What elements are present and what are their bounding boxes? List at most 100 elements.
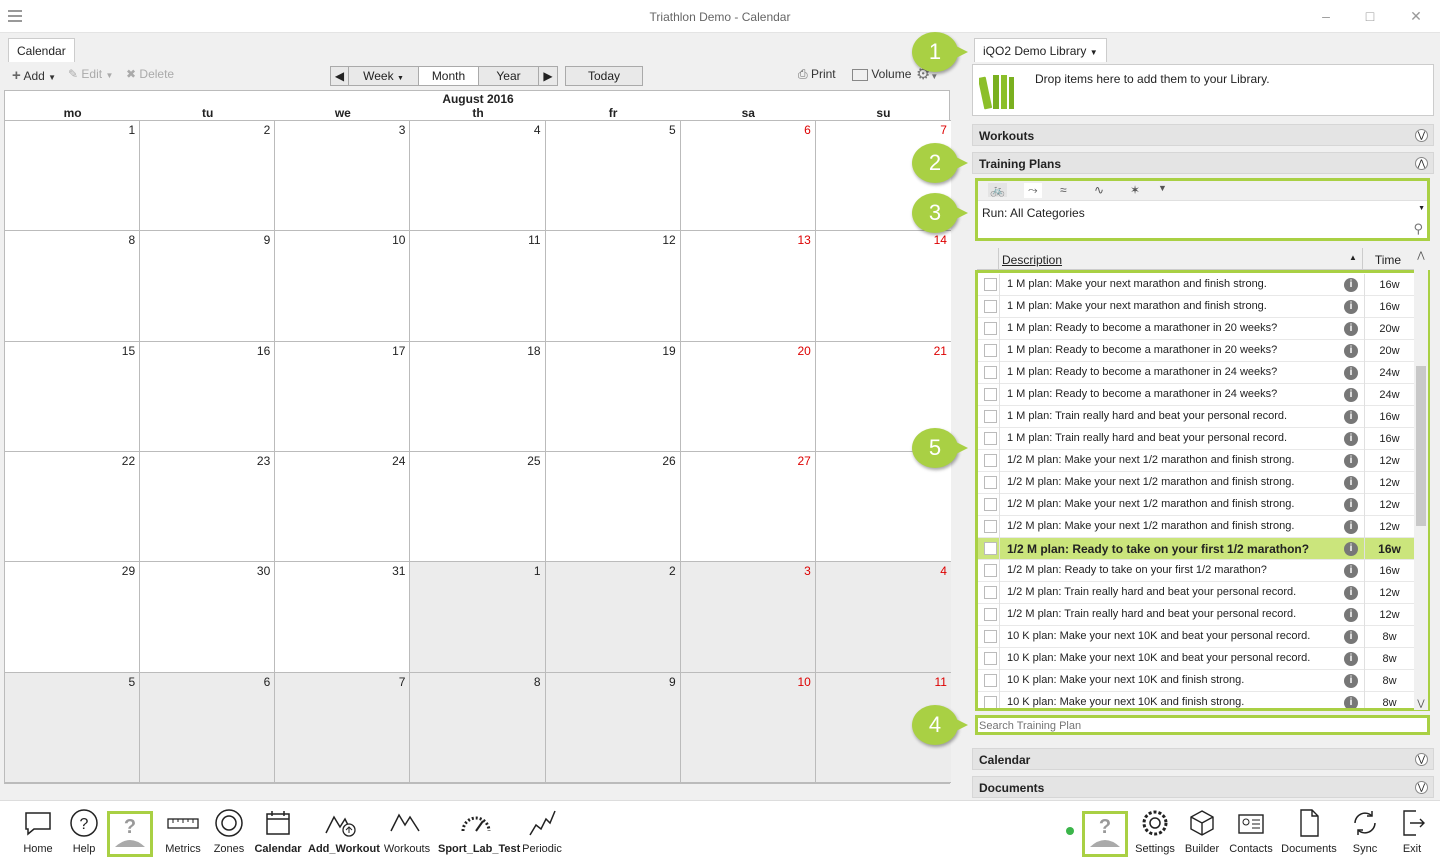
chevron-down-icon[interactable]: ▼ (1418, 205, 1425, 212)
info-icon[interactable]: i (1344, 498, 1358, 512)
tab-calendar[interactable]: Calendar (8, 38, 75, 62)
info-icon[interactable]: i (1344, 542, 1358, 556)
section-training-plans[interactable]: Training Plans ⋀ (972, 152, 1434, 174)
edit-button[interactable]: ✎ Edit ▼ (68, 67, 113, 81)
volume-button[interactable]: Volume (852, 67, 911, 81)
day-cell[interactable]: 29 (5, 562, 141, 673)
info-icon[interactable]: i (1344, 630, 1358, 644)
info-icon[interactable]: i (1344, 432, 1358, 446)
list-item[interactable]: 1 M plan: Ready to become a marathoner i… (978, 362, 1416, 384)
day-cell[interactable]: 15 (5, 341, 141, 452)
day-cell[interactable]: 26 (545, 452, 681, 563)
info-icon[interactable]: i (1344, 454, 1358, 468)
day-cell[interactable]: 7 (275, 672, 411, 783)
exit-button[interactable]: Exit (1394, 807, 1430, 855)
more-sports-icon[interactable]: ▼ (1158, 183, 1167, 193)
info-icon[interactable]: i (1344, 388, 1358, 402)
row-checkbox[interactable] (984, 322, 997, 335)
documents-button[interactable]: Documents (1280, 807, 1338, 855)
list-item[interactable]: 1/2 M plan: Ready to take on your first … (978, 560, 1416, 582)
list-item[interactable]: 1/2 M plan: Make your next 1/2 marathon … (978, 472, 1416, 494)
day-cell[interactable]: 28 (815, 452, 951, 563)
chevron-down-icon[interactable]: ⋁ (1415, 129, 1428, 142)
row-checkbox[interactable] (984, 520, 997, 533)
row-checkbox[interactable] (984, 652, 997, 665)
magnifier-icon[interactable]: ⚲ (1413, 221, 1423, 237)
add-button[interactable]: + Add ▼ (12, 67, 56, 84)
day-cell[interactable]: 11 (410, 231, 546, 342)
sync-button[interactable]: Sync (1346, 807, 1384, 855)
section-calendar[interactable]: Calendar ⋁ (972, 748, 1434, 770)
day-cell[interactable]: 10 (680, 672, 816, 783)
help-button[interactable]: ? Help (64, 807, 104, 855)
day-cell[interactable]: 9 (140, 231, 276, 342)
list-item[interactable]: 1 M plan: Make your next marathon and fi… (978, 296, 1416, 318)
list-item[interactable]: 10 K plan: Make your next 10K and beat y… (978, 648, 1416, 670)
bike-icon[interactable]: 🚲 (988, 183, 1007, 197)
day-cell[interactable]: 22 (5, 452, 141, 563)
sport-lab-test-button[interactable]: Sport_Lab_Test (438, 807, 520, 855)
list-item[interactable]: 1/2 M plan: Make your next 1/2 marathon … (978, 450, 1416, 472)
day-cell[interactable]: 13 (680, 231, 816, 342)
list-item[interactable]: 1/2 M plan: Make your next 1/2 marathon … (978, 494, 1416, 516)
info-icon[interactable]: i (1344, 410, 1358, 424)
day-cell[interactable]: 3 (680, 562, 816, 673)
day-cell[interactable]: 12 (545, 231, 681, 342)
day-cell[interactable]: 9 (545, 672, 681, 783)
year-button[interactable]: Year (479, 67, 539, 85)
day-cell[interactable]: 5 (5, 672, 141, 783)
triathlon-icon[interactable]: ✶ (1130, 183, 1140, 197)
row-checkbox[interactable] (984, 586, 997, 599)
row-checkbox[interactable] (984, 542, 997, 555)
minimize-icon[interactable]: – (1316, 6, 1336, 26)
day-cell[interactable]: 4 (815, 562, 951, 673)
day-cell[interactable]: 18 (410, 341, 546, 452)
row-checkbox[interactable] (984, 432, 997, 445)
chevron-down-icon[interactable]: ⋁ (1415, 781, 1428, 794)
today-button[interactable]: Today (565, 66, 643, 86)
list-item[interactable]: 1/2 M plan: Ready to take on your first … (978, 538, 1416, 560)
day-cell[interactable]: 2 (545, 562, 681, 673)
row-checkbox[interactable] (984, 674, 997, 687)
row-checkbox[interactable] (984, 344, 997, 357)
info-icon[interactable]: i (1344, 278, 1358, 292)
row-checkbox[interactable] (984, 498, 997, 511)
day-cell[interactable]: 27 (680, 452, 816, 563)
info-icon[interactable]: i (1344, 652, 1358, 666)
day-cell[interactable]: 3 (275, 121, 411, 232)
list-item[interactable]: 1 M plan: Train really hard and beat you… (978, 428, 1416, 450)
day-cell[interactable]: 6 (140, 672, 276, 783)
section-workouts[interactable]: Workouts ⋁ (972, 124, 1434, 146)
info-icon[interactable]: i (1344, 300, 1358, 314)
calendar-button[interactable]: Calendar (254, 807, 302, 855)
row-checkbox[interactable] (984, 410, 997, 423)
section-documents[interactable]: Documents ⋁ (972, 776, 1434, 798)
day-cell[interactable]: 1 (410, 562, 546, 673)
list-item[interactable]: 1 M plan: Ready to become a marathoner i… (978, 384, 1416, 406)
print-button[interactable]: ⎙ Print (798, 67, 836, 82)
list-item[interactable]: 1 M plan: Ready to become a marathoner i… (978, 340, 1416, 362)
info-icon[interactable]: i (1344, 696, 1358, 708)
library-drop-zone[interactable]: Drop items here to add them to your Libr… (972, 64, 1434, 116)
row-checkbox[interactable] (984, 564, 997, 577)
add-workout-button[interactable]: Add_Workout (308, 807, 380, 855)
week-button[interactable]: Week ▼ (349, 67, 419, 85)
scroll-thumb[interactable] (1416, 366, 1426, 526)
day-cell[interactable]: 8 (5, 231, 141, 342)
day-cell[interactable]: 19 (545, 341, 681, 452)
settings-button[interactable]: Settings (1134, 807, 1176, 855)
day-cell[interactable]: 6 (680, 121, 816, 232)
tab-library[interactable]: iQO2 Demo Library ▼ (974, 38, 1107, 62)
zones-button[interactable]: Zones (210, 807, 248, 855)
info-icon[interactable]: i (1344, 674, 1358, 688)
periodic-button[interactable]: Periodic (520, 807, 564, 855)
prev-icon[interactable]: ◀ (331, 67, 349, 85)
list-item[interactable]: 10 K plan: Make your next 10K and finish… (978, 670, 1416, 692)
workouts-button[interactable]: Workouts (382, 807, 432, 855)
day-cell[interactable]: 2 (140, 121, 276, 232)
scroll-up-icon[interactable]: ⋀ (1414, 250, 1428, 261)
chevron-down-icon[interactable]: ⋁ (1415, 753, 1428, 766)
home-button[interactable]: Home (18, 807, 58, 855)
delete-button[interactable]: ✖ Delete (126, 67, 174, 81)
run-icon[interactable]: ⤳ (1024, 183, 1042, 198)
